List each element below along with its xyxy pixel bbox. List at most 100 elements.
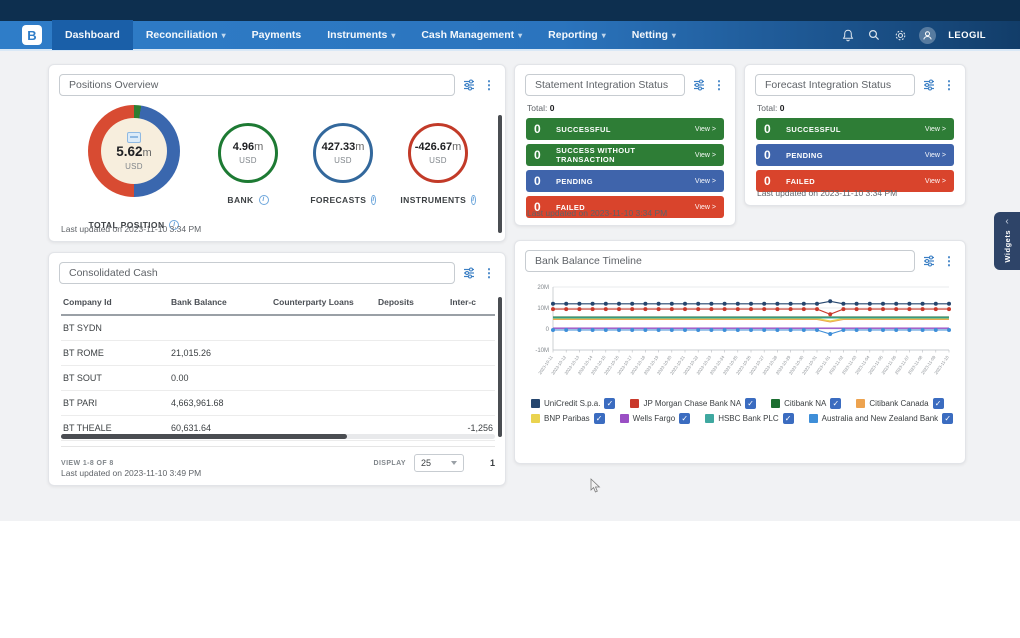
view-link[interactable]: View > xyxy=(695,178,716,185)
nav-item-reconciliation[interactable]: Reconciliation▾ xyxy=(133,20,239,50)
nav-item-label: Dashboard xyxy=(65,29,120,41)
filter-icon[interactable] xyxy=(462,78,476,92)
table-cell xyxy=(376,391,448,416)
chevron-down-icon xyxy=(451,461,457,465)
status-row-successful[interactable]: 0SUCCESSFULView > xyxy=(756,118,954,140)
legend-checkbox-checked[interactable]: ✓ xyxy=(933,398,944,409)
info-icon[interactable]: i xyxy=(371,195,375,205)
status-row-pending[interactable]: 0PENDINGView > xyxy=(526,170,724,192)
table-row[interactable]: BT SYDN xyxy=(61,315,495,341)
metric-bank: 4.96mUSDBANKi xyxy=(217,123,279,205)
statement-title-input[interactable]: Statement Integration Status xyxy=(525,74,685,96)
metric-label: FORECASTSi xyxy=(312,195,374,205)
timeline-title-input[interactable]: Bank Balance Timeline xyxy=(525,250,915,272)
filter-icon[interactable] xyxy=(462,266,476,280)
scrollbar-thumb[interactable] xyxy=(61,434,347,439)
info-icon[interactable]: i xyxy=(259,195,269,205)
column-header-counterparty-loans[interactable]: Counterparty Loans xyxy=(271,292,376,315)
table-cell xyxy=(376,341,448,366)
view-link[interactable]: View > xyxy=(925,178,946,185)
total-position-donut-chart[interactable]: 5.62m USD xyxy=(88,105,180,197)
username-label[interactable]: LEOGIL xyxy=(948,30,986,41)
kebab-menu-icon[interactable]: ⋮ xyxy=(943,80,955,90)
column-header-bank-balance[interactable]: Bank Balance xyxy=(169,292,271,315)
view-link[interactable]: View > xyxy=(925,152,946,159)
table-row[interactable]: BT PARI4,663,961.68 xyxy=(61,391,495,416)
consolidated-cash-card: Consolidated Cash ⋮ Company IdBank Balan… xyxy=(48,252,506,486)
legend-checkbox-checked[interactable]: ✓ xyxy=(783,413,794,424)
filter-icon[interactable] xyxy=(922,78,936,92)
kebab-menu-icon[interactable]: ⋮ xyxy=(943,256,955,266)
view-link[interactable]: View > xyxy=(695,204,716,211)
bell-icon[interactable] xyxy=(841,28,855,42)
view-link[interactable]: View > xyxy=(925,126,946,133)
info-icon[interactable]: i xyxy=(471,195,475,205)
positions-metrics-row: 4.96mUSDBANKi427.33mUSDFORECASTSi-426.67… xyxy=(217,123,469,205)
metric-circle[interactable]: 427.33mUSD xyxy=(313,123,373,183)
metric-circle[interactable]: -426.67mUSD xyxy=(408,123,468,183)
nav-item-netting[interactable]: Netting▾ xyxy=(619,20,689,50)
status-row-success-without-transaction[interactable]: 0SUCCESS WITHOUT TRANSACTIONView > xyxy=(526,144,724,166)
mouse-cursor xyxy=(590,478,602,499)
legend-checkbox-checked[interactable]: ✓ xyxy=(679,413,690,424)
filter-icon[interactable] xyxy=(922,254,936,268)
table-cell: 0.00 xyxy=(169,366,271,391)
filter-icon[interactable] xyxy=(692,78,706,92)
status-row-pending[interactable]: 0PENDINGView > xyxy=(756,144,954,166)
view-link[interactable]: View > xyxy=(695,152,716,159)
positions-last-updated: Last updated on 2023-11-10 3:34 PM xyxy=(61,224,201,234)
forecast-title-input[interactable]: Forecast Integration Status xyxy=(755,74,915,96)
widgets-tab-label: Widgets xyxy=(1003,230,1012,263)
total-position-block: 5.62m USD TOTAL POSITIONi xyxy=(59,105,209,230)
metric-unit: m xyxy=(355,141,364,153)
nav-item-label: Payments xyxy=(252,29,302,41)
user-avatar[interactable] xyxy=(919,27,936,44)
nav-item-dashboard[interactable]: Dashboard xyxy=(52,20,133,50)
total-position-value: 5.62m xyxy=(116,145,151,160)
nav-item-reporting[interactable]: Reporting ▾ xyxy=(535,20,619,50)
metric-currency: USD xyxy=(239,156,257,165)
widgets-panel-toggle[interactable]: ‹ Widgets xyxy=(994,212,1020,270)
nav-item-label: Reporting xyxy=(548,29,598,41)
legend-checkbox-checked[interactable]: ✓ xyxy=(942,413,953,424)
table-row[interactable]: BT ROME21,015.26 xyxy=(61,341,495,366)
status-count: 0 xyxy=(764,148,786,162)
view-link[interactable]: View > xyxy=(695,126,716,133)
kebab-menu-icon[interactable]: ⋮ xyxy=(483,268,495,278)
app-logo[interactable]: B xyxy=(22,25,42,45)
legend-checkbox-checked[interactable]: ✓ xyxy=(604,398,615,409)
cash-title-input[interactable]: Consolidated Cash xyxy=(59,262,455,284)
search-icon[interactable] xyxy=(867,28,881,42)
column-header-company-id[interactable]: Company Id xyxy=(61,292,169,315)
column-header-inter-c[interactable]: Inter-c xyxy=(448,292,495,315)
table-row[interactable]: BT SOUT0.00 xyxy=(61,366,495,391)
legend-item: BNP Paribas✓ xyxy=(531,413,605,424)
table-horizontal-scrollbar[interactable] xyxy=(61,434,495,439)
donut-center: 5.62m USD xyxy=(101,118,167,184)
timeline-chart[interactable]: 20M10M0-10M2023-10-112023-10-122023-10-1… xyxy=(523,279,959,393)
svg-text:0: 0 xyxy=(546,327,550,333)
status-row-successful[interactable]: 0SUCCESSFULView > xyxy=(526,118,724,140)
kebab-menu-icon[interactable]: ⋮ xyxy=(713,80,725,90)
positions-vertical-scrollbar[interactable] xyxy=(498,115,502,233)
page-size-select[interactable]: 25 xyxy=(414,454,464,472)
page-number[interactable]: 1 xyxy=(490,458,495,468)
nav-item-label: Reconciliation xyxy=(146,29,218,41)
metric-circle[interactable]: 4.96m USD xyxy=(218,123,278,183)
nav-item-payments[interactable]: Payments xyxy=(239,20,315,50)
metric-value: 4.96m xyxy=(233,141,264,154)
positions-title-input[interactable]: Positions Overview xyxy=(59,74,455,96)
table-cell xyxy=(376,315,448,341)
legend-checkbox-checked[interactable]: ✓ xyxy=(830,398,841,409)
column-header-deposits[interactable]: Deposits xyxy=(376,292,448,315)
chevron-down-icon: ▾ xyxy=(602,31,606,40)
nav-item-instruments[interactable]: Instruments▾ xyxy=(314,20,408,50)
legend-checkbox-checked[interactable]: ✓ xyxy=(745,398,756,409)
legend-checkbox-checked[interactable]: ✓ xyxy=(594,413,605,424)
view-range-label: VIEW 1-8 OF 8 xyxy=(61,460,114,467)
status-label: PENDING xyxy=(786,151,925,160)
nav-item-cash-management[interactable]: Cash Management▾ xyxy=(408,20,535,50)
gear-icon[interactable] xyxy=(893,28,907,42)
kebab-menu-icon[interactable]: ⋮ xyxy=(483,80,495,90)
cash-vertical-scrollbar[interactable] xyxy=(498,297,502,437)
